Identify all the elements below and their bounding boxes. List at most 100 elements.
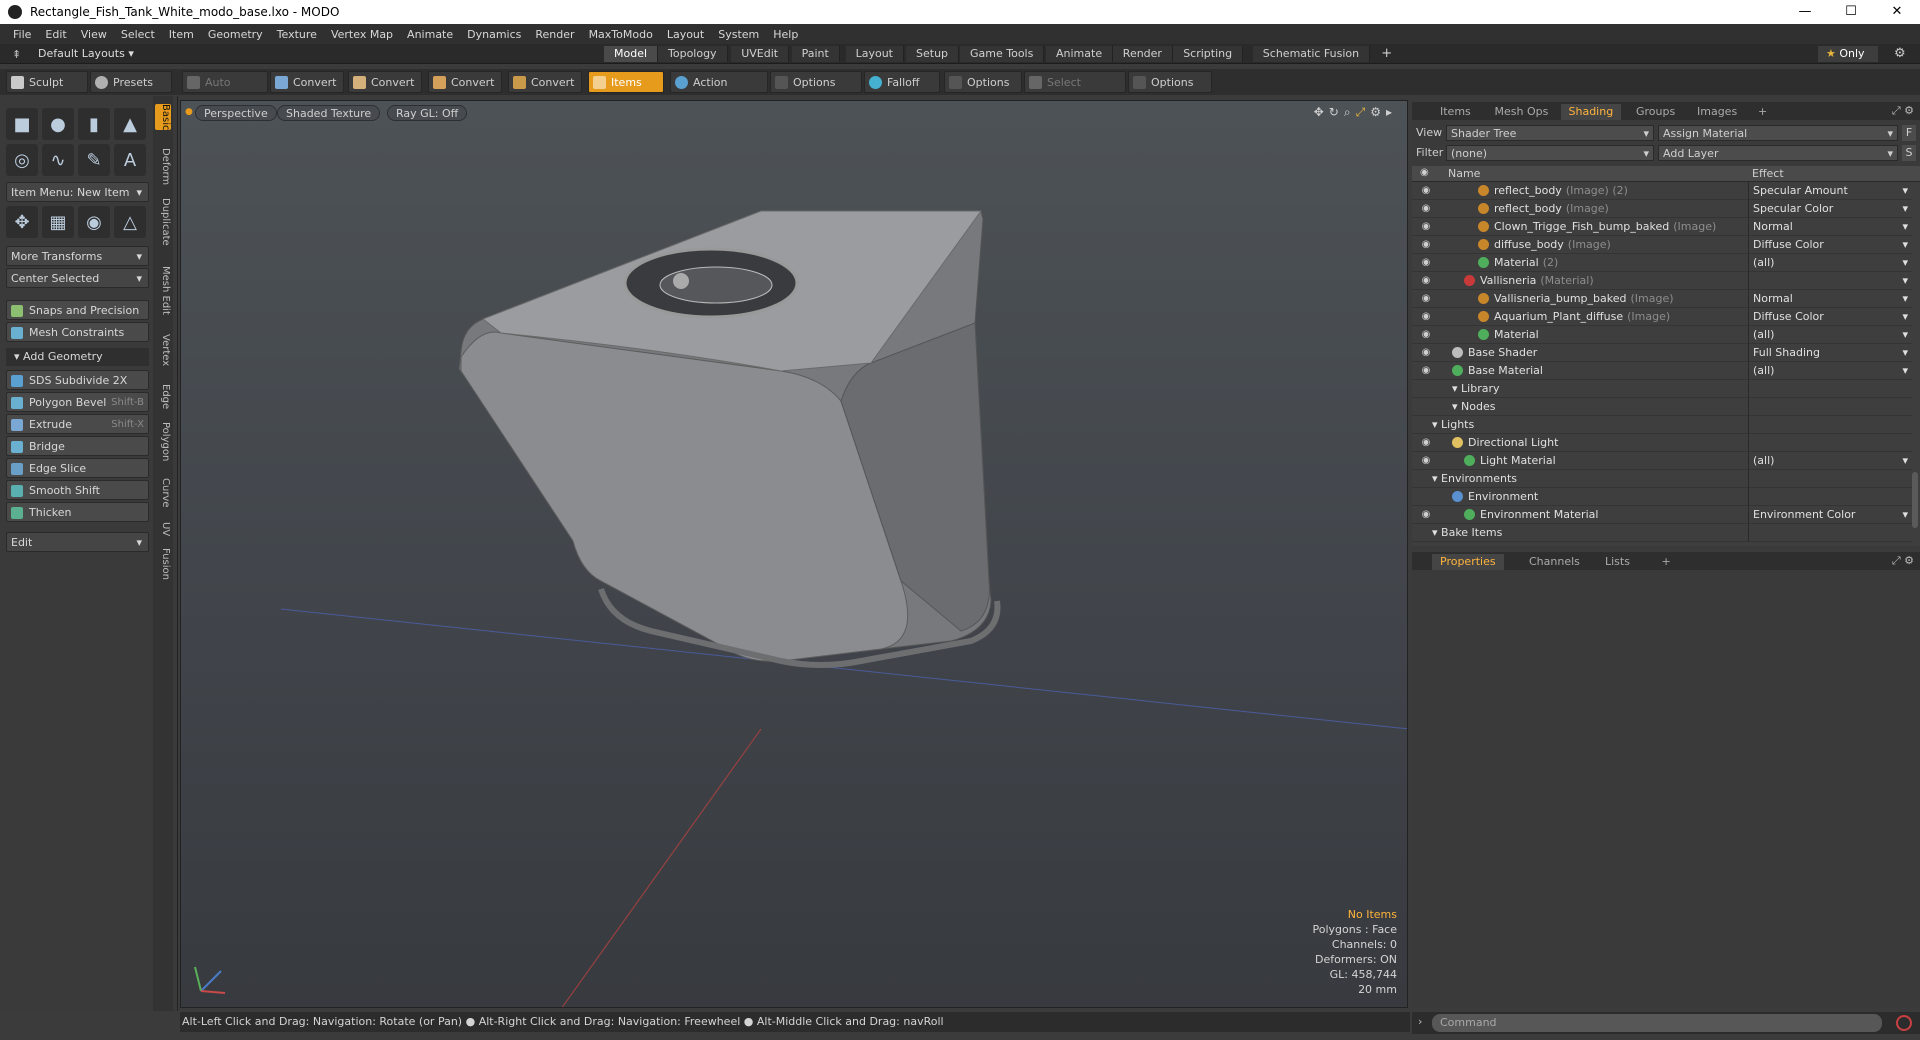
menu-edit[interactable]: Edit — [38, 28, 73, 41]
falloff-options-button[interactable]: Options — [944, 71, 1022, 93]
rtab-images[interactable]: Images — [1689, 104, 1745, 120]
tab-game-tools[interactable]: Game Tools — [960, 46, 1045, 62]
menu-layout[interactable]: Layout — [660, 28, 711, 41]
visibility-eye-icon[interactable]: ◉ — [1420, 347, 1432, 359]
shader-tree-row[interactable]: ▾ Library — [1412, 380, 1912, 398]
tool-sds-subdivide-2x[interactable]: SDS Subdivide 2X — [6, 370, 149, 390]
visibility-eye-icon[interactable]: ◉ — [1420, 293, 1432, 305]
name-column-header[interactable]: Name — [1448, 167, 1480, 180]
tool-thicken[interactable]: Thicken — [6, 502, 149, 522]
shader-tree-row[interactable]: ▾ Lights — [1412, 416, 1912, 434]
tab-model[interactable]: Model — [604, 46, 659, 62]
visibility-eye-icon[interactable]: ◉ — [1420, 221, 1432, 233]
shader-tree-row[interactable]: ◉ Base Shader Full Shading — [1412, 344, 1912, 362]
shader-tree-row[interactable]: ◉ Aquarium_Plant_diffuse (Image) Diffuse Co… — [1412, 308, 1912, 326]
text-icon[interactable]: A — [114, 144, 146, 176]
shader-tree-row[interactable]: ◉ Vallisneria_bump_baked (Image) Normal — [1412, 290, 1912, 308]
effect-select[interactable]: (all) — [1748, 326, 1912, 344]
shader-tree-row[interactable]: ◉ Base Material (all) — [1412, 362, 1912, 380]
visibility-eye-icon[interactable]: ◉ — [1420, 509, 1432, 521]
more-transforms-dropdown[interactable]: More Transforms — [6, 246, 149, 267]
filter-select[interactable]: (none) — [1446, 145, 1654, 162]
shader-tree-row[interactable]: ◉ Directional Light — [1412, 434, 1912, 452]
shader-tree-row[interactable]: ◉ reflect_body (Image) Specular Color — [1412, 200, 1912, 218]
ptab-add[interactable]: + — [1654, 554, 1679, 570]
effect-column-header[interactable]: Effect — [1752, 167, 1784, 180]
tab-schematic-fusion[interactable]: Schematic Fusion — [1252, 46, 1371, 62]
vtab-polygon[interactable]: Polygon — [155, 422, 171, 461]
visibility-eye-icon[interactable]: ◉ — [1420, 239, 1432, 251]
shader-tree-row[interactable]: ▾ Bake Items — [1412, 524, 1912, 542]
convert-materials-button[interactable]: Convert — [508, 71, 582, 93]
add-layer-select[interactable]: Add Layer — [1658, 145, 1898, 162]
tab-uvedit[interactable]: UVEdit — [731, 46, 790, 62]
layout-toggle-icon[interactable]: ⇞ — [12, 48, 21, 61]
shader-tree-row[interactable]: ◉ Clown_Trigge_Fish_bump_baked (Image) Norm… — [1412, 218, 1912, 236]
record-icon[interactable] — [1896, 1015, 1912, 1031]
effect-select[interactable] — [1748, 272, 1912, 290]
menu-animate[interactable]: Animate — [400, 28, 460, 41]
3d-viewport[interactable]: ● Perspective Shaded Texture Ray GL: Off… — [180, 100, 1408, 1008]
shader-tree-row[interactable]: ◉ Material (2) (all) — [1412, 254, 1912, 272]
select-options-button[interactable]: Options — [1128, 71, 1212, 93]
tool-bridge[interactable]: Bridge — [6, 436, 149, 456]
menu-system[interactable]: System — [711, 28, 766, 41]
effect-select[interactable]: Full Shading — [1748, 344, 1912, 362]
menu-help[interactable]: Help — [766, 28, 805, 41]
menu-render[interactable]: Render — [528, 28, 581, 41]
view-select[interactable]: Shader Tree — [1446, 125, 1654, 142]
effect-select[interactable]: Normal — [1748, 218, 1912, 236]
visibility-eye-icon[interactable]: ◉ — [1420, 311, 1432, 323]
effect-select[interactable]: Normal — [1748, 290, 1912, 308]
ptab-properties[interactable]: Properties — [1432, 554, 1504, 570]
rtab-mesh-ops[interactable]: Mesh Ops — [1487, 104, 1557, 120]
snaps-precision-button[interactable]: Snaps and Precision — [6, 300, 149, 320]
visibility-eye-icon[interactable]: ◉ — [1420, 185, 1432, 197]
auto-select-button[interactable]: Auto Select — [182, 71, 268, 111]
effect-select[interactable]: Specular Color — [1748, 200, 1912, 218]
effect-select[interactable]: Specular Amount — [1748, 182, 1912, 200]
ptab-lists[interactable]: Lists — [1597, 554, 1638, 570]
expand-arrow-icon[interactable]: ▾ — [1432, 472, 1441, 485]
convert-vertices-button[interactable]: Convert — [270, 71, 344, 93]
shader-tree-row[interactable]: ▾ Nodes — [1412, 398, 1912, 416]
globe-icon[interactable]: ◉ — [78, 206, 110, 238]
assign-material-select[interactable]: Assign Material — [1658, 125, 1898, 142]
default-layouts-dropdown[interactable]: Default Layouts ▾ — [38, 47, 134, 60]
tab-animate[interactable]: Animate — [1046, 46, 1114, 62]
ptab-channels[interactable]: Channels — [1521, 554, 1588, 570]
capsule-icon[interactable]: ∿ — [42, 144, 74, 176]
shader-tree-row[interactable]: ▾ Environments — [1412, 470, 1912, 488]
effect-select[interactable]: (all) — [1748, 362, 1912, 380]
menu-select[interactable]: Select — [114, 28, 162, 41]
items-button[interactable]: Items — [588, 71, 664, 93]
shader-tree-row[interactable]: ◉ Material (all) — [1412, 326, 1912, 344]
maximize-button[interactable]: ☐ — [1828, 0, 1874, 24]
effect-select[interactable]: (all) — [1748, 452, 1912, 470]
gear-icon[interactable]: ⚙ — [1894, 46, 1906, 61]
options-button[interactable]: Options — [770, 71, 862, 93]
menu-maxtomodo[interactable]: MaxToModo — [582, 28, 660, 41]
tab-scripting[interactable]: Scripting — [1173, 46, 1244, 62]
tool-polygon-bevel[interactable]: Polygon Bevel Shift-B — [6, 392, 149, 412]
menu-geometry[interactable]: Geometry — [201, 28, 270, 41]
tab-render[interactable]: Render — [1112, 46, 1173, 62]
pyramid-icon[interactable]: △ — [114, 206, 146, 238]
cylinder-icon[interactable]: ▮ — [78, 108, 110, 140]
expand-arrow-icon[interactable]: ▾ — [1432, 526, 1441, 539]
menu-view[interactable]: View — [74, 28, 114, 41]
falloff-button[interactable]: Falloff — [864, 71, 940, 93]
rtab-add[interactable]: + — [1750, 104, 1775, 120]
rtab-shading[interactable]: Shading — [1560, 104, 1622, 120]
only-toggle[interactable]: ★ Only — [1818, 46, 1878, 62]
effect-select[interactable]: Environment Color — [1748, 506, 1912, 524]
vtab-basic[interactable]: Basic — [155, 104, 171, 131]
command-input[interactable]: Command — [1432, 1014, 1882, 1032]
filter-f-button[interactable]: F — [1902, 125, 1916, 141]
visibility-eye-icon[interactable]: ◉ — [1420, 437, 1432, 449]
pen-icon[interactable]: ✎ — [78, 144, 110, 176]
effect-select[interactable]: (all) — [1748, 254, 1912, 272]
visibility-eye-icon[interactable]: ◉ — [1420, 455, 1432, 467]
shader-tree-row[interactable]: ◉ Vallisneria (Material) — [1412, 272, 1912, 290]
menu-dynamics[interactable]: Dynamics — [460, 28, 528, 41]
